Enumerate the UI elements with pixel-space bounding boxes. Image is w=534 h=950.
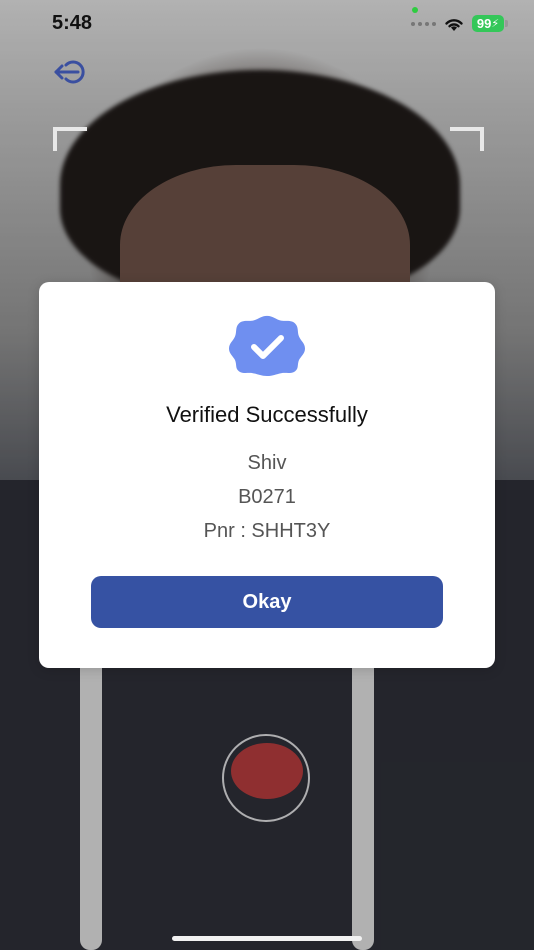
status-time: 5:48	[52, 12, 93, 34]
wifi-icon	[445, 19, 463, 31]
camera-indicator-dot	[412, 7, 418, 13]
verified-badge-icon	[229, 315, 305, 377]
logout-arrow-icon[interactable]	[52, 56, 92, 88]
capture-button[interactable]	[231, 743, 303, 799]
pnr-label: Pnr : SHHT3Y	[203, 520, 331, 542]
scan-frame-corner-top-left	[53, 127, 87, 151]
status-bar: 5:48 99 ⚡	[0, 0, 534, 46]
battery-icon: 99 ⚡	[472, 15, 504, 32]
battery-level: 99	[476, 16, 492, 31]
scan-frame-corner-top-right	[450, 127, 484, 151]
passenger-id: B0271	[238, 486, 296, 508]
cellular-signal-icon	[411, 22, 436, 26]
home-indicator[interactable]	[172, 936, 362, 941]
battery-tip	[505, 20, 508, 27]
verification-dialog: Verified Successfully Shiv B0271 Pnr : S…	[39, 282, 495, 668]
passenger-name: Shiv	[247, 452, 287, 474]
dialog-title: Verified Successfully	[166, 402, 368, 427]
okay-button[interactable]: Okay	[91, 576, 443, 628]
